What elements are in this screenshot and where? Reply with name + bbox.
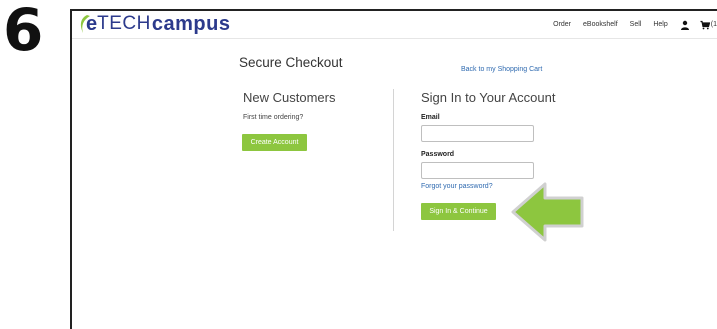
create-account-button[interactable]: Create Account [242, 134, 307, 151]
logo-campus-text: campus [151, 12, 231, 35]
arrow-left-icon [511, 182, 584, 242]
browser-window: e TECH campus Order eBookshelf Sell Help… [70, 9, 717, 329]
cart-button[interactable]: (1 [700, 20, 717, 30]
page-title: Secure Checkout [239, 55, 343, 70]
cart-icon [700, 20, 710, 29]
nav-help-link[interactable]: Help [653, 21, 667, 28]
sign-in-continue-button[interactable]: Sign In & Continue [421, 203, 496, 220]
email-label: Email [421, 114, 440, 121]
password-field[interactable] [421, 162, 534, 179]
column-divider [393, 89, 394, 231]
first-time-ordering-text: First time ordering? [243, 114, 304, 121]
password-label: Password [421, 151, 455, 158]
top-navigation-bar: e TECH campus Order eBookshelf Sell Help… [72, 11, 717, 39]
step-number: 6 [3, 0, 43, 64]
logo-e-text: e [86, 12, 98, 35]
logo-tech-text: TECH [97, 13, 151, 34]
header-nav: Order eBookshelf Sell Help (1 [553, 11, 717, 38]
nav-ebookshelf-link[interactable]: eBookshelf [583, 21, 618, 28]
nav-sell-link[interactable]: Sell [630, 21, 642, 28]
cart-count: (1 [710, 21, 717, 28]
back-to-cart-link[interactable]: Back to my Shopping Cart [461, 66, 542, 73]
user-icon[interactable] [680, 20, 690, 30]
new-customers-heading: New Customers [243, 90, 336, 105]
sign-in-heading: Sign In to Your Account [421, 90, 556, 105]
email-field[interactable] [421, 125, 534, 142]
nav-order-link[interactable]: Order [553, 21, 571, 28]
etechcampus-logo[interactable]: e TECH campus [78, 13, 230, 35]
forgot-password-link[interactable]: Forgot your password? [421, 183, 493, 190]
